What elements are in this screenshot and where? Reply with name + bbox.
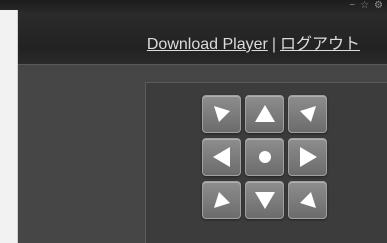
- pan-down-right-button[interactable]: [288, 181, 327, 219]
- arrow-up-icon: [254, 105, 275, 122]
- link-separator: |: [271, 36, 276, 53]
- arrow-left-icon: [212, 147, 230, 167]
- arrow-up-left-icon: [213, 106, 230, 122]
- pan-right-button[interactable]: [288, 138, 327, 176]
- pan-left-button[interactable]: [202, 138, 241, 176]
- left-panel: [0, 10, 18, 243]
- header-bar: Download Player | ログアウト: [18, 14, 387, 65]
- settings-icon[interactable]: ⚙: [374, 1, 383, 11]
- title-bar: − ☆ ⚙: [0, 0, 387, 14]
- center-dot-icon: [258, 151, 271, 163]
- main-content: [18, 65, 387, 243]
- ptz-control-panel: [145, 82, 387, 243]
- tilt-down-button[interactable]: [245, 181, 284, 219]
- arrow-up-right-icon: [299, 106, 316, 122]
- minimize-icon[interactable]: −: [349, 1, 355, 11]
- tilt-up-button[interactable]: [245, 95, 284, 133]
- logout-link[interactable]: ログアウト: [280, 36, 360, 53]
- arrow-down-left-icon: [213, 192, 230, 208]
- pan-up-left-button[interactable]: [202, 95, 241, 133]
- download-player-link[interactable]: Download Player: [147, 36, 268, 53]
- ptz-direction-pad: [202, 95, 327, 219]
- center-button[interactable]: [245, 138, 284, 176]
- arrow-right-icon: [299, 147, 317, 167]
- window-controls: − ☆ ⚙: [349, 0, 383, 12]
- pan-down-left-button[interactable]: [202, 181, 241, 219]
- pan-up-right-button[interactable]: [288, 95, 327, 133]
- star-icon[interactable]: ☆: [360, 1, 369, 11]
- header-links: Download Player | ログアウト: [147, 30, 360, 54]
- screen: − ☆ ⚙ Download Player | ログアウト: [0, 0, 387, 243]
- arrow-down-right-icon: [299, 192, 316, 208]
- arrow-down-icon: [254, 192, 275, 209]
